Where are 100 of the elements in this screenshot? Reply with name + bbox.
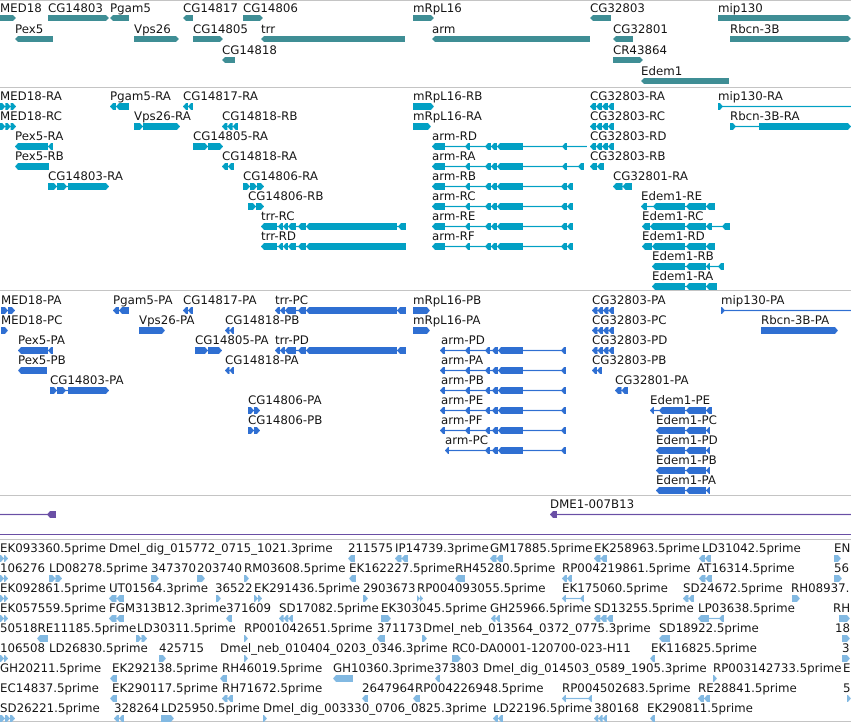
gene-feature[interactable] <box>613 56 643 62</box>
est-feature[interactable] <box>279 614 293 622</box>
gene-feature[interactable] <box>590 14 611 20</box>
protein-feature[interactable] <box>18 346 53 354</box>
protein-feature[interactable] <box>445 446 566 454</box>
est-feature[interactable] <box>0 574 8 582</box>
transcript-feature[interactable] <box>432 182 573 190</box>
protein-feature[interactable] <box>440 426 566 434</box>
protein-feature[interactable] <box>248 406 260 414</box>
est-feature[interactable] <box>216 594 221 602</box>
transcript-feature[interactable] <box>432 242 573 250</box>
est-feature[interactable] <box>109 614 124 622</box>
protein-feature[interactable] <box>1 326 8 334</box>
gene-feature[interactable] <box>432 36 590 42</box>
protein-feature[interactable] <box>413 306 430 314</box>
transcript-feature[interactable] <box>642 242 715 250</box>
transcript-feature[interactable] <box>590 162 604 170</box>
protein-feature[interactable] <box>440 386 566 394</box>
est-feature[interactable] <box>377 634 385 642</box>
transcript-feature[interactable] <box>222 162 234 170</box>
gene-feature[interactable] <box>413 14 434 20</box>
gene-feature[interactable] <box>718 14 851 20</box>
transcript-feature[interactable] <box>243 182 264 190</box>
protein-feature[interactable] <box>183 306 193 314</box>
transcript-feature[interactable] <box>432 162 584 170</box>
protein-feature[interactable] <box>195 346 222 354</box>
est-feature[interactable] <box>333 674 353 682</box>
est-feature[interactable] <box>109 594 124 602</box>
transcript-feature[interactable] <box>183 102 193 110</box>
protein-feature[interactable] <box>615 386 628 394</box>
protein-feature[interactable] <box>1 306 15 314</box>
est-feature[interactable] <box>0 654 8 662</box>
transcript-feature[interactable] <box>261 242 406 250</box>
transcript-feature[interactable] <box>15 162 49 170</box>
est-feature[interactable] <box>422 634 427 642</box>
transcript-feature[interactable] <box>413 122 431 130</box>
est-feature[interactable] <box>348 554 355 562</box>
est-feature[interactable] <box>381 614 391 622</box>
est-feature[interactable] <box>650 714 655 722</box>
transcript-feature[interactable] <box>642 222 730 230</box>
protein-feature[interactable] <box>592 346 614 354</box>
est-feature[interactable] <box>683 594 694 602</box>
est-feature[interactable] <box>244 574 249 582</box>
gene-feature[interactable] <box>15 36 53 42</box>
est-feature[interactable] <box>491 614 500 622</box>
est-feature[interactable] <box>792 594 800 602</box>
est-feature[interactable] <box>0 714 15 722</box>
protein-feature[interactable] <box>761 326 838 334</box>
est-feature[interactable] <box>594 554 607 562</box>
protein-feature[interactable] <box>440 366 566 374</box>
est-feature[interactable] <box>220 674 227 682</box>
protein-feature[interactable] <box>440 406 566 414</box>
est-feature[interactable] <box>159 654 166 662</box>
est-feature[interactable] <box>452 654 461 662</box>
est-feature[interactable] <box>395 554 408 562</box>
est-feature[interactable] <box>435 674 440 682</box>
est-feature[interactable] <box>363 594 368 602</box>
est-feature[interactable] <box>151 574 159 582</box>
transcript-feature[interactable] <box>590 142 614 150</box>
protein-feature[interactable] <box>656 446 710 454</box>
gene-feature[interactable] <box>243 14 263 20</box>
est-feature[interactable] <box>834 554 841 562</box>
est-feature[interactable] <box>362 694 368 702</box>
protein-feature[interactable] <box>248 426 260 434</box>
est-feature[interactable] <box>842 634 850 642</box>
protein-feature[interactable] <box>18 366 47 374</box>
est-feature[interactable] <box>0 614 8 622</box>
protein-feature[interactable] <box>592 306 614 314</box>
protein-feature[interactable] <box>440 346 566 354</box>
transcript-feature[interactable] <box>590 102 614 110</box>
gene-feature[interactable] <box>641 78 729 84</box>
clone-feature[interactable] <box>0 510 56 518</box>
transcript-feature[interactable] <box>0 122 16 130</box>
est-feature[interactable] <box>713 674 717 682</box>
est-feature[interactable] <box>417 594 423 602</box>
gene-feature[interactable] <box>110 14 129 20</box>
est-feature[interactable] <box>699 554 711 562</box>
est-feature[interactable] <box>698 614 724 622</box>
est-feature[interactable] <box>659 634 670 642</box>
est-feature[interactable] <box>847 694 851 702</box>
transcript-feature[interactable] <box>0 102 16 110</box>
est-feature[interactable] <box>161 714 174 722</box>
est-feature[interactable] <box>114 714 124 722</box>
protein-feature[interactable] <box>592 366 602 374</box>
transcript-feature[interactable] <box>248 202 264 210</box>
transcript-feature[interactable] <box>730 122 851 130</box>
gene-feature[interactable] <box>613 36 633 42</box>
est-feature[interactable] <box>244 654 248 662</box>
protein-feature[interactable] <box>113 306 129 314</box>
transcript-feature[interactable] <box>652 282 717 290</box>
est-feature[interactable] <box>562 694 592 702</box>
protein-feature[interactable] <box>592 326 614 334</box>
transcript-feature[interactable] <box>432 142 587 150</box>
est-feature[interactable] <box>110 694 117 702</box>
gene-feature[interactable] <box>261 36 405 42</box>
est-feature[interactable] <box>493 714 503 722</box>
est-feature[interactable] <box>834 574 842 582</box>
est-feature[interactable] <box>49 574 62 582</box>
protein-feature[interactable] <box>50 386 109 394</box>
est-feature[interactable] <box>594 614 613 622</box>
